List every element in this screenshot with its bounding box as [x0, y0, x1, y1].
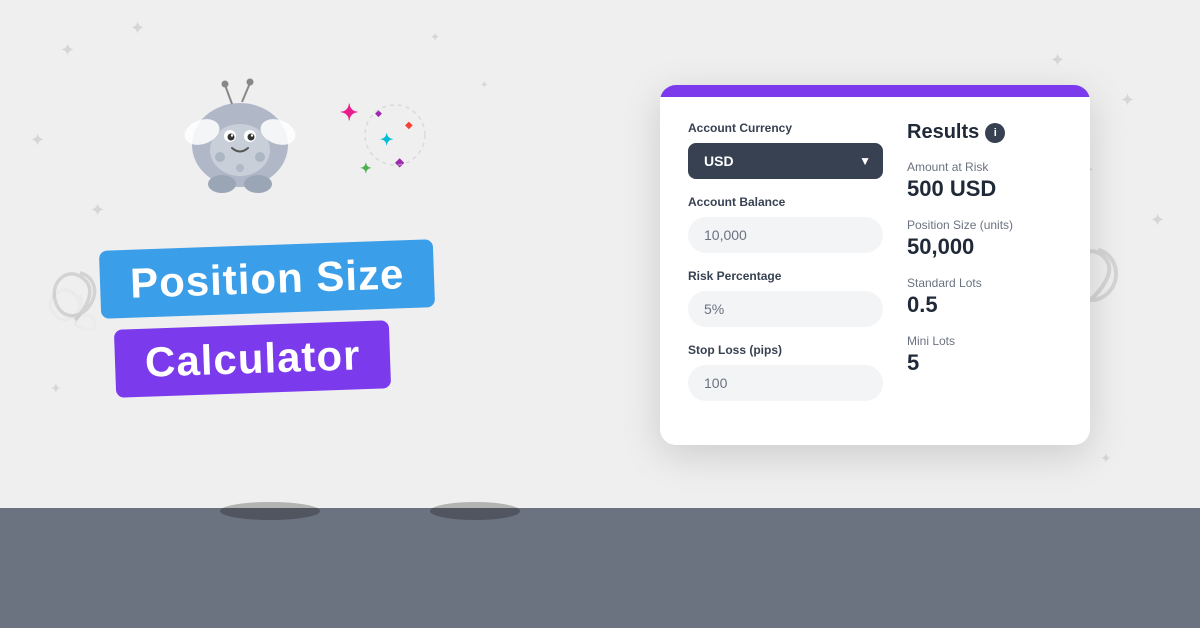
position-size-label: Position Size (units)	[907, 218, 1062, 232]
position-size-value: 50,000	[907, 234, 1062, 260]
shadow-ellipse	[430, 502, 520, 520]
title-banner-calculator: Calculator	[114, 320, 392, 398]
star-deco: ✦	[1120, 90, 1135, 111]
star-deco: ✦	[430, 30, 440, 44]
mini-lots-label: Mini Lots	[907, 334, 1062, 348]
sparkle-circle	[355, 95, 435, 175]
left-panel: Account Currency USD EUR GBP ▼ Account B…	[688, 121, 883, 417]
ground	[0, 508, 1200, 628]
stoploss-input[interactable]	[688, 365, 883, 401]
card-body: Account Currency USD EUR GBP ▼ Account B…	[660, 97, 1090, 445]
risk-field-group: Risk Percentage	[688, 269, 883, 327]
calculator-card: Account Currency USD EUR GBP ▼ Account B…	[660, 85, 1090, 445]
shadow-ellipse	[220, 502, 320, 520]
stoploss-field-group: Stop Loss (pips)	[688, 343, 883, 401]
amount-at-risk-item: Amount at Risk 500 USD	[907, 160, 1062, 202]
balance-label: Account Balance	[688, 195, 883, 209]
star-deco: ✦	[90, 200, 105, 221]
card-header	[660, 85, 1090, 97]
currency-field-group: Account Currency USD EUR GBP ▼	[688, 121, 883, 179]
risk-label: Risk Percentage	[688, 269, 883, 283]
currency-label: Account Currency	[688, 121, 883, 135]
standard-lots-label: Standard Lots	[907, 276, 1062, 290]
title-line1: Position Size	[129, 250, 405, 307]
position-size-item: Position Size (units) 50,000	[907, 218, 1062, 260]
currency-select-wrapper[interactable]: USD EUR GBP ▼	[688, 143, 883, 179]
star-deco: ✦	[130, 18, 145, 39]
results-title: Results i	[907, 121, 1062, 144]
title-line2: Calculator	[144, 331, 361, 385]
star-deco: ✦	[30, 130, 45, 151]
risk-input[interactable]	[688, 291, 883, 327]
title-banner-position-size: Position Size	[99, 239, 436, 319]
mini-lots-value: 5	[907, 350, 1062, 376]
star-deco: ✦	[1150, 210, 1165, 231]
balance-input[interactable]	[688, 217, 883, 253]
results-label: Results	[907, 121, 979, 144]
star-deco: ✦	[1050, 50, 1065, 71]
stoploss-label: Stop Loss (pips)	[688, 343, 883, 357]
amount-at-risk-value: 500 USD	[907, 176, 1062, 202]
standard-lots-item: Standard Lots 0.5	[907, 276, 1062, 318]
mascot	[170, 60, 330, 220]
star-deco: ✦	[480, 80, 488, 91]
balance-field-group: Account Balance	[688, 195, 883, 253]
standard-lots-value: 0.5	[907, 292, 1062, 318]
right-panel: Results i Amount at Risk 500 USD Positio…	[907, 121, 1062, 417]
mini-lots-item: Mini Lots 5	[907, 334, 1062, 376]
currency-select[interactable]: USD EUR GBP	[688, 143, 883, 179]
star-deco: ✦	[60, 40, 75, 61]
amount-at-risk-label: Amount at Risk	[907, 160, 1062, 174]
info-icon[interactable]: i	[985, 123, 1005, 143]
star-deco: ✦	[1100, 450, 1112, 467]
